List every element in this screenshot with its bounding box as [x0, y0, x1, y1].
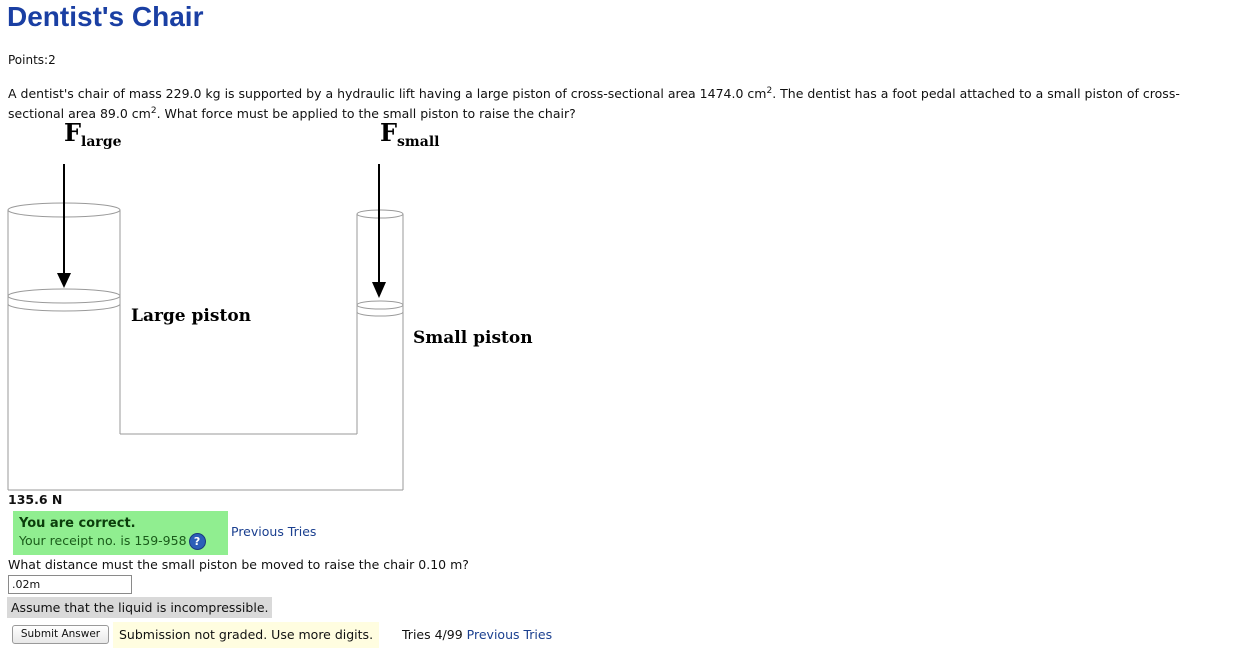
f-large-symbol: F — [64, 118, 82, 147]
f-small-symbol: F — [380, 118, 398, 147]
hydraulic-lift-figure: Flarge Fsmall Large piston Small piston — [0, 118, 560, 496]
f-small-label: Fsmall — [380, 118, 439, 150]
small-piston-label: Small piston — [413, 328, 533, 348]
problem-text-a: A dentist's chair of mass 229.0 kg is su… — [8, 86, 767, 101]
correct-message: You are correct. — [19, 516, 136, 531]
submitted-answer-1: 135.6 N — [8, 492, 63, 507]
receipt-text: Your receipt no. is 159-958 — [19, 533, 187, 548]
large-piston-label: Large piston — [131, 306, 252, 326]
points-label: Points:2 — [8, 53, 56, 67]
large-force-arrowhead — [57, 273, 71, 288]
correct-feedback-box: You are correct. Your receipt no. is 159… — [13, 511, 228, 555]
previous-tries-link-2[interactable]: Previous Tries — [467, 627, 552, 642]
large-piston-top — [7, 288, 121, 304]
tries-count: Tries 4/99 — [402, 627, 463, 642]
small-force-arrowhead — [372, 282, 386, 298]
submission-status: Submission not graded. Use more digits. — [113, 622, 380, 648]
page-title: Dentist's Chair — [7, 1, 204, 32]
question-circle-icon[interactable]: ? — [188, 533, 206, 550]
small-piston-top — [356, 300, 404, 310]
submit-answer-button[interactable]: Submit Answer — [12, 625, 109, 644]
tries-info: Tries 4/99 Previous Tries — [402, 627, 552, 643]
f-large-subscript: large — [81, 134, 122, 150]
f-small-subscript: small — [397, 134, 440, 150]
f-large-label: Flarge — [64, 118, 122, 150]
small-piston-side — [356, 305, 404, 317]
hint-box: Assume that the liquid is incompressible… — [7, 597, 273, 618]
previous-tries-link-1[interactable]: Previous Tries — [231, 524, 316, 540]
answer-input-2[interactable] — [8, 575, 132, 594]
receipt-line: Your receipt no. is 159-958? — [19, 532, 222, 550]
question-2: What distance must the small piston be m… — [8, 557, 469, 572]
hydraulic-diagram — [7, 164, 404, 491]
